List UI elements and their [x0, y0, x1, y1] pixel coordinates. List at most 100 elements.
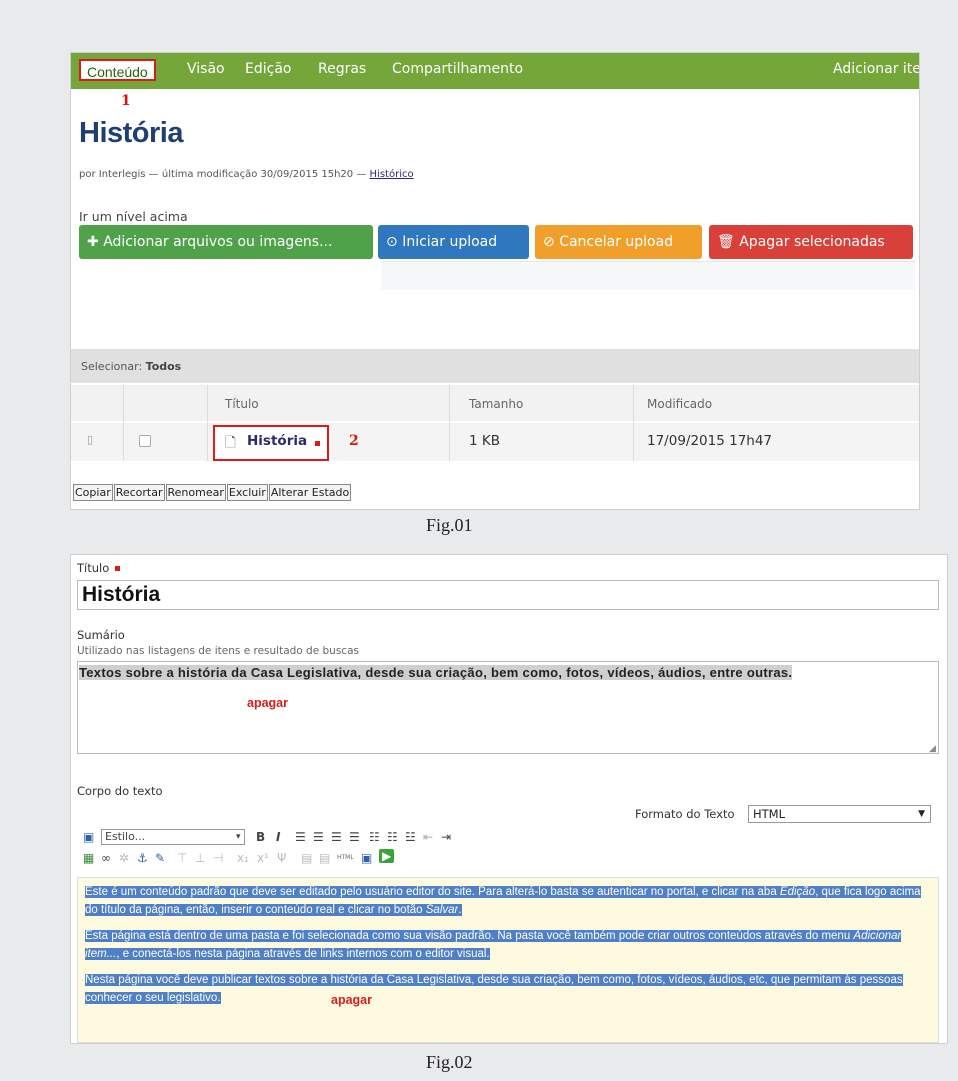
start-upload-label: Iniciar upload: [402, 234, 498, 250]
body-label: Corpo do texto: [77, 784, 163, 798]
para2-text-a: Esta página está dentro de uma pasta e f…: [85, 930, 854, 942]
bullet-list-icon[interactable]: ☷: [369, 830, 380, 844]
anchor-icon[interactable]: ⚓: [137, 851, 148, 865]
title-label-text: Título: [77, 561, 110, 575]
justify-icon[interactable]: ☰: [349, 830, 360, 844]
page-title: História: [79, 117, 183, 149]
upload-circle-icon: ⊙: [386, 234, 398, 250]
selection-bar: [71, 349, 919, 383]
tab-edicao[interactable]: Edição: [245, 61, 291, 77]
editor-paragraph-3: Nesta página você deve publicar textos s…: [85, 971, 923, 1007]
column-modified[interactable]: Modificado: [647, 397, 712, 411]
column-divider: [123, 385, 124, 461]
indent-icon[interactable]: ⇥: [441, 830, 451, 844]
byline: por Interlegis — última modificação 30/0…: [79, 169, 414, 180]
drag-handle-icon[interactable]: ▯: [87, 433, 93, 446]
tab-visao[interactable]: Visão: [187, 61, 225, 77]
text-format-value: HTML: [753, 807, 786, 821]
align-center-icon[interactable]: ☰: [313, 830, 324, 844]
byline-text: por Interlegis — última modificação 30/0…: [79, 169, 367, 180]
add-files-button[interactable]: ✚ Adicionar arquivos ou imagens...: [79, 225, 373, 259]
summary-label: Sumário: [77, 628, 125, 642]
column-divider: [449, 385, 450, 461]
tab-compartilhamento[interactable]: Compartilhamento: [392, 61, 523, 77]
align-right-icon[interactable]: ☰: [331, 830, 342, 844]
figure-2-caption: Fig.02: [426, 1052, 473, 1072]
delete-selected-label: Apagar selecionadas: [739, 234, 885, 250]
edit-icon[interactable]: ✎: [155, 851, 165, 865]
history-link[interactable]: Histórico: [370, 169, 414, 180]
item-title-link[interactable]: História: [247, 433, 307, 449]
tab-regras[interactable]: Regras: [318, 61, 366, 77]
table-delete-row-icon[interactable]: ⊣: [213, 851, 223, 865]
table-row-before-icon[interactable]: ⊤: [177, 851, 187, 865]
add-item-menu[interactable]: Adicionar ite: [833, 61, 919, 77]
bold-icon[interactable]: B: [256, 830, 265, 844]
text-format-select[interactable]: HTML ▼: [748, 805, 931, 823]
figure-1-caption: Fig.01: [426, 515, 473, 535]
change-state-button[interactable]: Alterar Estado: [268, 484, 352, 501]
resize-grip-icon[interactable]: ◢: [929, 743, 936, 754]
select-label: Selecionar: Todos: [81, 360, 181, 373]
dropdown-arrow-icon: ▼: [918, 809, 925, 819]
column-divider: [207, 385, 208, 461]
table-props-icon[interactable]: ▤: [301, 851, 312, 865]
cancel-upload-label: Cancelar upload: [559, 234, 674, 250]
plus-icon: ✚: [87, 234, 99, 250]
superscript-icon[interactable]: x¹: [257, 851, 269, 865]
unlink-icon[interactable]: ✲: [119, 851, 129, 865]
row-checkbox[interactable]: [139, 435, 151, 447]
definition-list-icon[interactable]: ☳: [405, 830, 416, 844]
numbered-list-icon[interactable]: ☷: [387, 830, 398, 844]
document-icon: 🗋: [225, 435, 236, 451]
outdent-icon[interactable]: ⇤: [423, 830, 433, 844]
split-cell-icon[interactable]: Ψ: [277, 851, 286, 865]
column-size[interactable]: Tamanho: [469, 397, 523, 411]
fullscreen-icon[interactable]: ▣: [361, 851, 372, 865]
marker-2: 2: [349, 433, 359, 449]
save-icon[interactable]: ▣: [83, 830, 94, 844]
folder-action-buttons: Copiar Recortar Renomear Excluir Alterar Est…: [73, 483, 352, 501]
rename-button[interactable]: Renomear: [165, 484, 226, 501]
figure-2-screenshot: Título História Sumário Utilizado nas li…: [70, 554, 948, 1044]
trash-icon: 🗑: [717, 234, 735, 250]
delete-selected-button[interactable]: 🗑 Apagar selecionadas: [709, 225, 913, 259]
para1-emphasis: Edição: [779, 886, 816, 898]
italic-icon[interactable]: I: [276, 830, 280, 844]
cut-button[interactable]: Recortar: [113, 484, 165, 501]
add-files-label: Adicionar arquivos ou imagens...: [103, 234, 333, 250]
up-one-level-link[interactable]: Ir um nível acima: [79, 209, 188, 224]
required-square: [315, 441, 320, 446]
table-row-after-icon[interactable]: ⊥: [195, 851, 205, 865]
para1-text-c: .: [458, 904, 462, 916]
column-title[interactable]: Título: [225, 397, 259, 411]
figure-1-screenshot: Conteúdo Visão Edição Regras Compartilha…: [70, 52, 920, 510]
table-icon[interactable]: ▤: [319, 851, 330, 865]
style-dropdown-arrow-icon[interactable]: ▾: [236, 830, 241, 844]
subscript-icon[interactable]: x₁: [237, 851, 249, 865]
link-icon[interactable]: ∞: [101, 851, 111, 865]
summary-selected-text: Textos sobre a história da Casa Legislat…: [79, 665, 793, 680]
item-modified: 17/09/2015 17h47: [647, 433, 773, 449]
tab-conteudo[interactable]: Conteúdo: [79, 59, 156, 81]
text-format-label: Formato do Texto: [635, 807, 735, 821]
title-input[interactable]: História: [77, 580, 939, 610]
upload-queue-area: [381, 261, 915, 290]
para1-text-a: Este é um conteúdo padrão que deve ser e…: [85, 886, 780, 898]
start-upload-button[interactable]: ⊙ Iniciar upload: [378, 225, 529, 259]
editor-paragraph-1: Este é um conteúdo padrão que deve ser e…: [85, 883, 923, 919]
para1-emphasis-2: Salvar: [425, 904, 459, 916]
style-select[interactable]: Estilo...: [101, 829, 245, 845]
summary-help-text: Utilizado nas listagens de itens e resul…: [77, 645, 359, 657]
play-icon[interactable]: ▶: [379, 849, 395, 863]
delete-button[interactable]: Excluir: [226, 484, 268, 501]
marker-1: 1: [121, 93, 131, 109]
html-source-icon[interactable]: HTML: [337, 851, 354, 865]
cancel-upload-button[interactable]: ⊘ Cancelar upload: [535, 225, 702, 259]
insert-image-icon[interactable]: ▦: [83, 851, 94, 865]
apagar-annotation-2: apagar: [331, 993, 372, 1007]
align-left-icon[interactable]: ☰: [295, 830, 306, 844]
select-all-link[interactable]: Todos: [146, 360, 182, 373]
apagar-annotation: apagar: [247, 696, 288, 710]
copy-button[interactable]: Copiar: [73, 484, 113, 501]
